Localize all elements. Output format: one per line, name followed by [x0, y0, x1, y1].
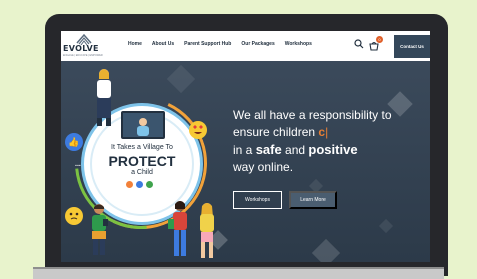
headline-line-2-prefix: ensure children — [233, 125, 319, 139]
badge-title: It Takes a Village To — [111, 144, 173, 151]
cart-count-badge: 0 — [376, 36, 383, 43]
nav-our-packages[interactable]: Our Packages — [241, 41, 274, 47]
nav-about-us[interactable]: About Us — [152, 41, 174, 47]
headline-line-1: We all have a responsibility to — [233, 108, 392, 122]
workshops-button[interactable]: Workshops — [233, 191, 282, 209]
logo-text: EVOLVE — [63, 44, 99, 53]
learn-more-button[interactable]: Learn More — [289, 191, 337, 209]
boy-with-phone-illustration — [92, 204, 108, 255]
woman-illustration — [97, 69, 111, 126]
nav-parent-support-hub[interactable]: Parent Support Hub — [184, 41, 231, 47]
decor-diamond — [378, 218, 394, 234]
laptop-base — [33, 267, 444, 279]
search-icon[interactable] — [354, 39, 364, 49]
headline-line-2: ensure children c| — [233, 124, 392, 141]
thumbs-up-icon: 👍 — [65, 133, 83, 151]
headline-line-3: in a safe and positive — [233, 141, 392, 159]
badge-child: a Child — [131, 169, 153, 176]
dot-blue — [136, 181, 143, 188]
heart-eyes-emoji-icon — [189, 121, 207, 139]
decor-diamond — [311, 238, 341, 262]
girl-illustration — [168, 201, 187, 256]
badge-dots — [126, 181, 153, 188]
site-header: EVOLVE ENGAGE | EDUCATE | EMPOWER Home A… — [61, 31, 430, 61]
hero-section: It Takes a Village To PROTECT a Child 👍 … — [61, 61, 430, 262]
headline-line-3-prefix: in a — [233, 143, 256, 157]
word-positive: positive — [308, 142, 358, 157]
dot-green — [146, 181, 153, 188]
website-screen: EVOLVE ENGAGE | EDUCATE | EMPOWER Home A… — [61, 31, 430, 262]
main-nav: Home About Us Parent Support Hub Our Pac… — [128, 41, 312, 47]
logo[interactable]: EVOLVE ENGAGE | EDUCATE | EMPOWER — [63, 33, 103, 60]
typing-cursor: | — [325, 125, 329, 139]
teen-girl-illustration — [200, 203, 214, 258]
logo-tagline: ENGAGE | EDUCATE | EMPOWER — [63, 54, 103, 57]
nav-workshops[interactable]: Workshops — [285, 41, 312, 47]
hero-buttons: Workshops Learn More — [233, 191, 337, 209]
video-call-laptop-illustration — [121, 111, 165, 139]
typing-dots: ... — [75, 161, 81, 168]
word-safe: safe — [255, 142, 282, 157]
word-and: and — [281, 143, 309, 157]
badge-protect: PROTECT — [108, 153, 176, 169]
decor-diamond — [166, 64, 196, 94]
headline-line-4: way online. — [233, 160, 294, 174]
cart-button[interactable]: 0 — [369, 36, 383, 51]
nav-home[interactable]: Home — [128, 41, 142, 47]
teacher-icon — [137, 118, 149, 136]
hero-headline: We all have a responsibility to ensure c… — [233, 107, 392, 176]
dot-orange — [126, 181, 133, 188]
contact-us-button[interactable]: Contact Us — [394, 35, 430, 58]
shy-emoji-icon — [65, 207, 83, 225]
